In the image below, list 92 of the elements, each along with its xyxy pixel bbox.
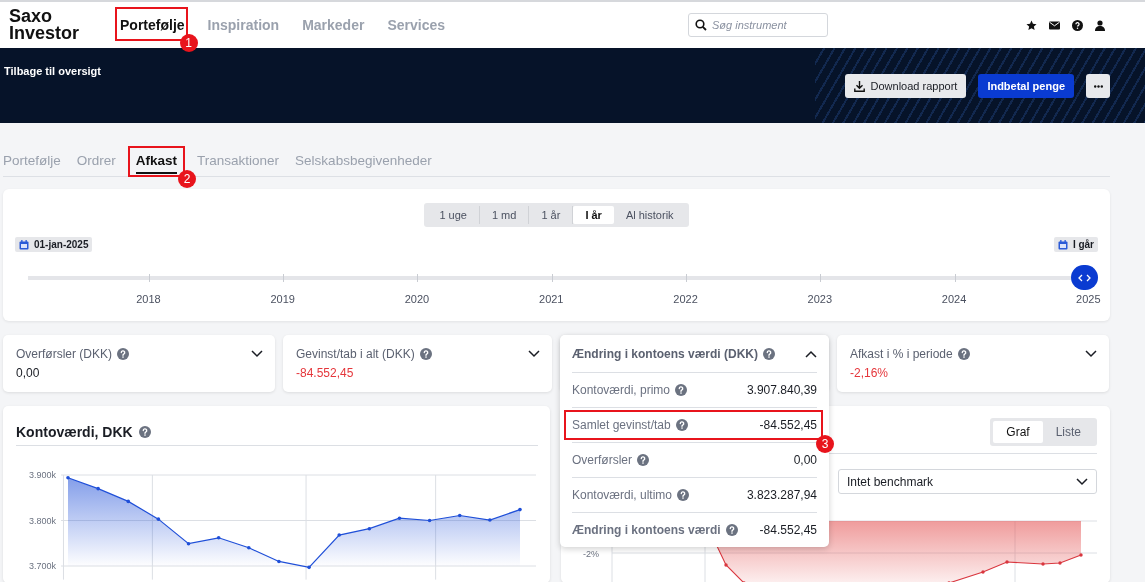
chevron-down-icon[interactable] [1085,350,1097,358]
search-field[interactable]: Søg instrument [688,13,828,37]
more-icon [1093,84,1103,88]
data-point [518,507,522,512]
card-title: Gevinst/tab i alt (DKK) [296,347,415,361]
search-icon [695,19,707,31]
row-label: Ændring i kontoens værdi [572,523,721,537]
year-label: 2023 [807,293,832,305]
period-option[interactable]: 1 md [479,206,530,224]
help-icon [677,489,690,501]
data-point [397,516,402,521]
nav-link[interactable]: Portefølje [120,13,185,37]
end-date-chip[interactable]: I går [1053,237,1098,252]
step-badge: 2 [178,170,197,188]
stat-value: -84.552,45 [296,366,355,380]
data-point [186,541,191,546]
data-point [337,533,341,537]
help-icon [763,347,775,360]
data-point [96,486,100,491]
start-date-chip[interactable]: 01-jan-2025 [15,237,93,252]
help-icon [957,348,970,360]
data-point [126,499,131,504]
data-point [488,518,492,522]
mail-icon[interactable] [1049,20,1060,30]
help-icon [419,348,432,360]
chevron-down-icon[interactable] [251,350,263,358]
help-icon [725,524,738,536]
period-option[interactable]: 1 uge [427,206,480,224]
step-badge: 1 [179,34,198,52]
back-link[interactable]: Tilbage til oversigt [4,65,101,77]
chart-title: Kontoværdi, DKK [16,424,133,440]
axis-label: 3.700k [28,561,56,571]
data-point [66,475,70,480]
view-toggle-option[interactable]: Liste [1042,421,1094,443]
row-value: 3.907.840,39 [746,383,817,397]
card-title: Afkast i % i periode [850,347,953,361]
data-point [307,565,311,570]
period-option[interactable]: I år [573,206,614,224]
row-label: Samlet gevinst/tab [572,418,671,432]
chevron-down-icon[interactable] [528,350,540,358]
range-handle[interactable] [1071,265,1098,290]
data-point [427,518,432,523]
data-point [457,513,462,518]
logo-text: Saxo Investor [9,8,81,42]
card-title: Overførsler (DKK) [16,347,112,361]
year-label: 2021 [539,293,564,305]
download-button[interactable]: Download rapport [844,74,967,98]
axis-label: -2% [583,549,599,559]
calendar-icon [19,239,29,250]
year-label: 2022 [673,293,698,305]
help-icon [138,426,151,438]
data-point [367,526,372,531]
axis-label: 3.800k [28,515,56,526]
axis-label: 3.900k [28,470,56,480]
data-point [216,536,221,540]
star-icon[interactable] [1026,19,1037,31]
data-point [277,559,281,564]
step-badge: 3 [816,435,834,453]
view-toggle-option[interactable]: Graf [993,421,1043,443]
help-icon[interactable] [1072,19,1083,31]
row-value: 3.823.287,94 [746,488,817,502]
card-title: Ændring i kontoens værdi (DKK) [572,346,758,361]
download-icon [853,80,865,92]
row-value: 0,00 [793,453,817,467]
timeline-track[interactable] [28,274,1071,282]
help-icon [637,454,649,466]
period-option[interactable]: Al historik [613,206,686,224]
year-label: 2020 [404,293,430,305]
help-icon [117,348,129,360]
benchmark-dropdown[interactable]: Intet benchmark [838,469,1097,494]
tab[interactable]: Afkast [135,151,178,174]
stat-value: 0,00 [16,366,41,380]
help-icon [675,419,688,431]
row-label: Overførsler [572,453,632,467]
stat-value: -2,16% [850,366,890,380]
year-label: 2018 [136,293,161,305]
chevron-down-icon[interactable] [1076,477,1088,486]
row-label: Kontoværdi, primo [572,383,671,397]
more-button[interactable] [1086,74,1110,98]
deposit-button[interactable]: Indbetal penge [978,74,1074,98]
row-value: -84.552,45 [759,418,817,432]
row-value: -84.552,45 [759,523,817,537]
calendar-icon [1057,239,1068,250]
row-label: Kontoværdi, ultimo [572,488,673,502]
user-icon[interactable] [1095,19,1105,31]
data-point [247,546,251,550]
year-label: 2024 [941,293,967,305]
data-point [156,517,161,521]
help-icon [675,384,688,396]
year-label: 2019 [270,293,295,305]
chevron-up-icon[interactable] [805,349,817,358]
year-label: 2025 [1076,293,1101,305]
